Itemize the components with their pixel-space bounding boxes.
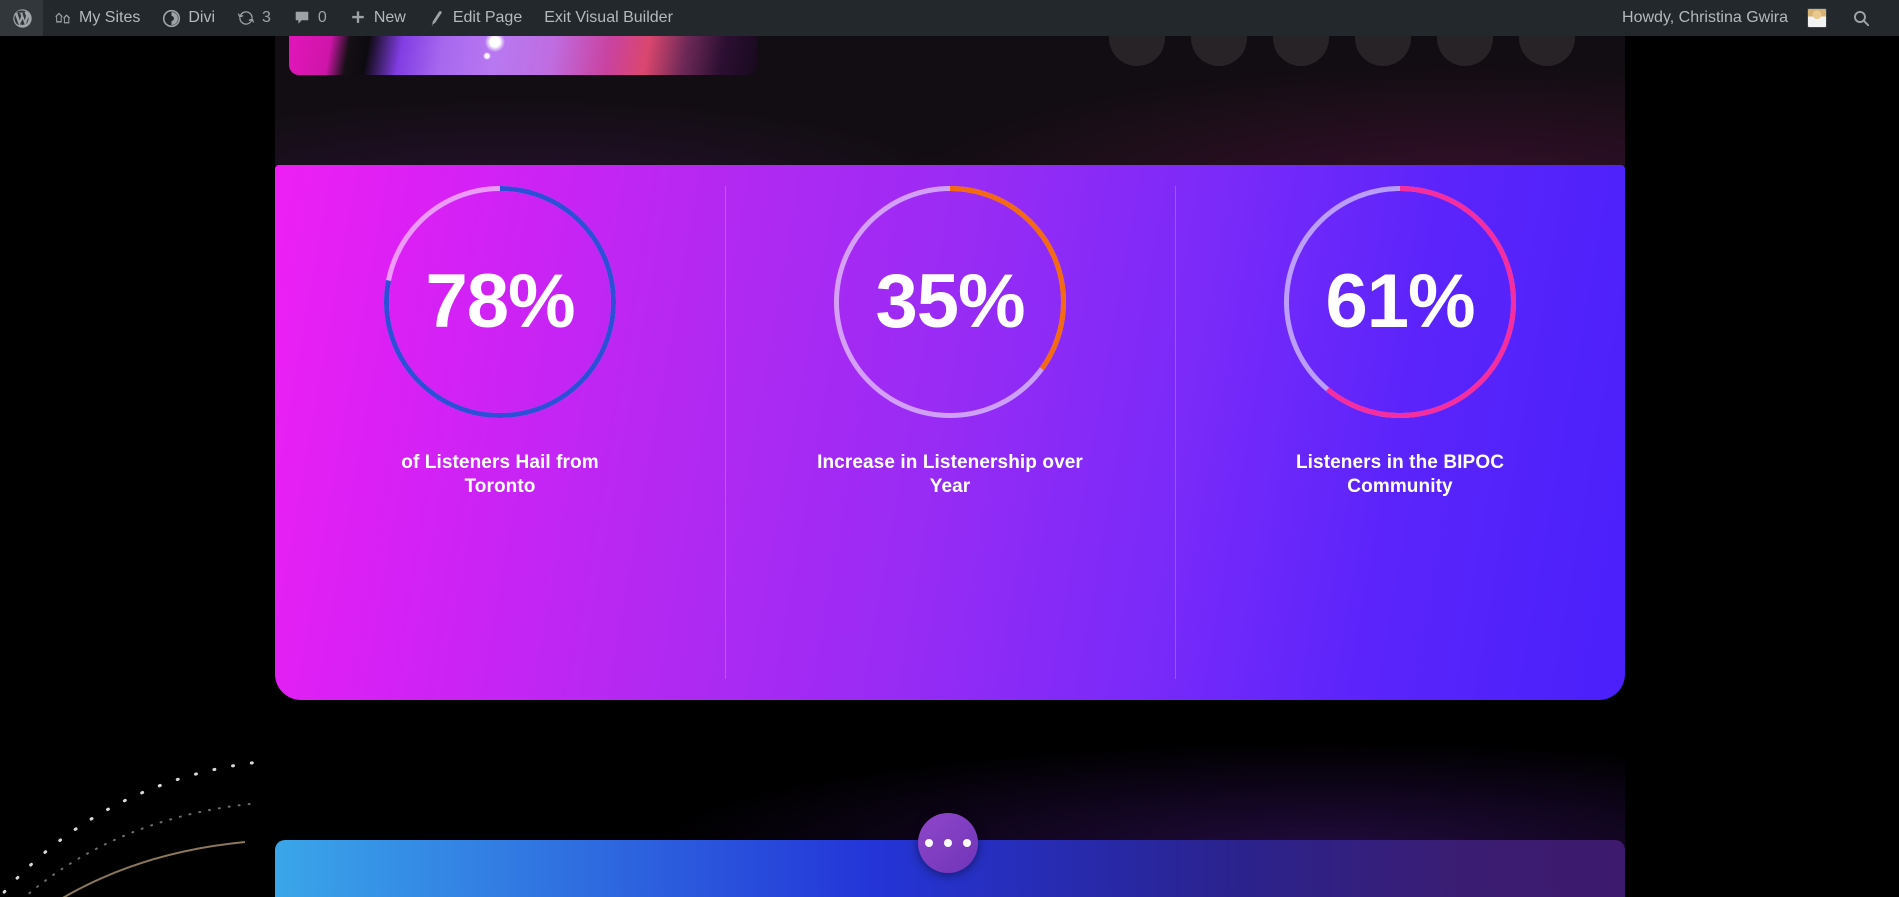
admin-bar-label-exit-visual-builder: Exit Visual Builder <box>544 9 673 26</box>
stat-value-2: 35% <box>875 259 1025 344</box>
sites-icon <box>54 9 72 27</box>
hero-avatar-placeholder <box>1273 36 1329 66</box>
divi-menu-toggle-button[interactable] <box>918 813 978 873</box>
page-root: My Sites Divi 3 0 New Edit Page Exit Vis… <box>0 0 1899 897</box>
admin-bar-comments-count: 0 <box>317 9 327 26</box>
admin-bar-item-exit-visual-builder[interactable]: Exit Visual Builder <box>533 0 684 36</box>
stat-column-1: 78% of Listeners Hail from Toronto <box>275 165 725 700</box>
hero-avatar-placeholder <box>1191 36 1247 66</box>
hero-section <box>275 36 1625 166</box>
stat-column-3: 61% Listeners in the BIPOC Community <box>1175 165 1625 700</box>
circle-counter-2: 35% <box>834 186 1066 418</box>
hero-avatar-placeholder <box>1437 36 1493 66</box>
search-icon <box>1852 9 1871 28</box>
admin-bar-label-my-sites: My Sites <box>79 9 141 26</box>
comment-icon <box>293 9 311 27</box>
stat-column-2: 35% Increase in Listenership over Year <box>725 165 1175 700</box>
wp-admin-bar: My Sites Divi 3 0 New Edit Page Exit Vis… <box>0 0 1899 36</box>
stat-label-3: Listeners in the BIPOC Community <box>1295 452 1505 498</box>
admin-bar-my-account[interactable]: Howdy, Christina Gwira <box>1611 0 1838 36</box>
admin-bar-item-new[interactable]: New <box>338 0 417 36</box>
admin-bar-item-edit-page[interactable]: Edit Page <box>417 0 533 36</box>
dotted-arc-outer <box>0 760 262 897</box>
decorative-dotted-arcs <box>0 760 262 897</box>
admin-bar-item-comments[interactable]: 0 <box>282 0 338 36</box>
hero-avatar-placeholder <box>1109 36 1165 66</box>
admin-bar-item-divi[interactable]: Divi <box>151 0 226 36</box>
wordpress-logo-icon <box>12 8 33 29</box>
pencil-icon <box>428 9 446 27</box>
stat-value-3: 61% <box>1325 259 1475 344</box>
updates-icon <box>237 9 255 27</box>
circle-counter-1: 78% <box>384 186 616 418</box>
admin-bar-right-group: Howdy, Christina Gwira <box>1611 0 1899 36</box>
divi-icon <box>162 9 181 28</box>
ellipsis-dot-icon <box>925 839 933 847</box>
hero-avatar-row <box>1109 36 1575 66</box>
ellipsis-dot-icon <box>963 839 971 847</box>
dotted-arc-inner <box>23 803 251 897</box>
howdy-label: Howdy, Christina Gwira <box>1622 9 1788 26</box>
ellipsis-dot-icon <box>944 839 952 847</box>
solid-arc <box>62 841 246 897</box>
stat-label-1: of Listeners Hail from Toronto <box>401 452 599 498</box>
stat-label-2: Increase in Listenership over Year <box>817 452 1083 498</box>
stats-section: 78% of Listeners Hail from Toronto 35% I… <box>275 165 1625 700</box>
admin-bar-item-my-sites[interactable]: My Sites <box>43 0 151 36</box>
stat-value-1: 78% <box>425 259 575 344</box>
avatar <box>1807 8 1827 28</box>
admin-bar-left-group: My Sites Divi 3 0 New Edit Page Exit Vis… <box>0 0 684 36</box>
circle-counter-3: 61% <box>1284 186 1516 418</box>
plus-icon <box>349 9 367 27</box>
admin-bar-label-new: New <box>373 9 406 26</box>
admin-bar-updates-count: 3 <box>262 9 271 26</box>
admin-bar-label-divi: Divi <box>188 9 216 26</box>
admin-bar-label-edit-page: Edit Page <box>452 9 523 26</box>
hero-avatar-placeholder <box>1519 36 1575 66</box>
admin-bar-item-updates[interactable]: 3 <box>226 0 282 36</box>
wordpress-logo-menu[interactable] <box>0 0 43 36</box>
admin-bar-search-button[interactable] <box>1838 0 1885 36</box>
hero-photo <box>289 36 757 75</box>
hero-avatar-placeholder <box>1355 36 1411 66</box>
